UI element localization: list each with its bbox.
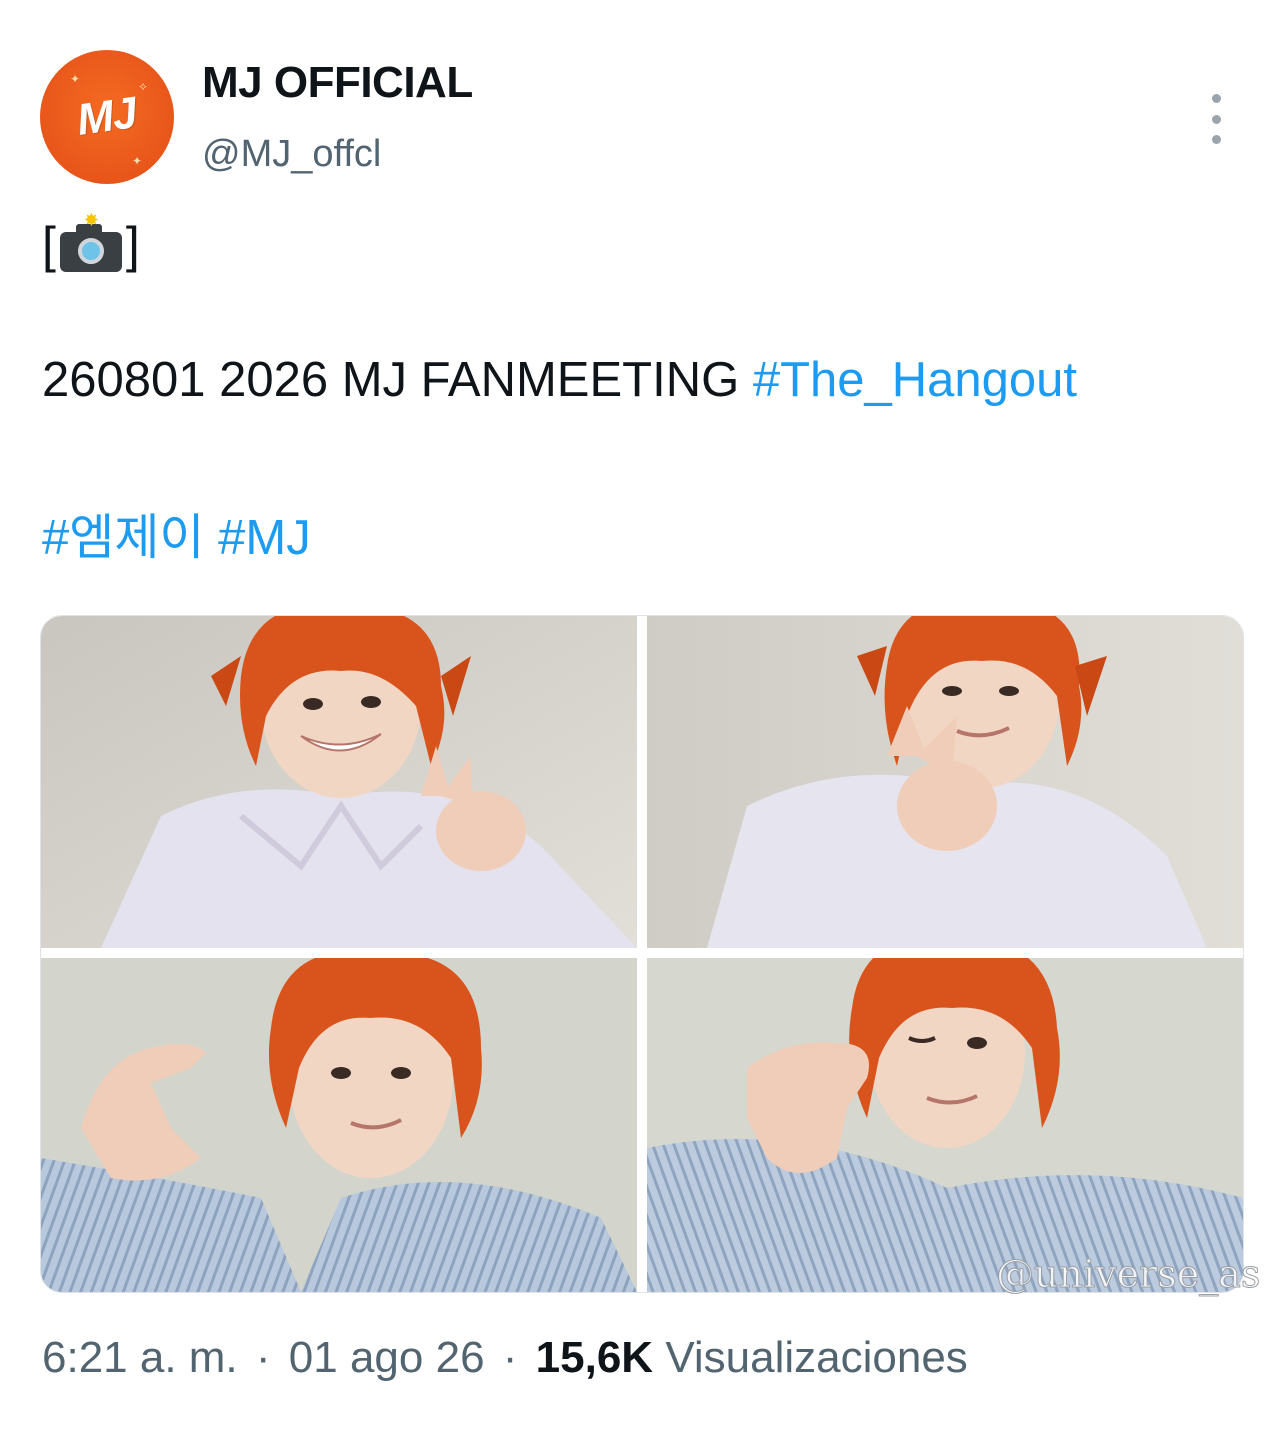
sparkle-icon: ✦ bbox=[70, 72, 81, 86]
hashtag-line: #엠제이 #MJ bbox=[42, 498, 311, 569]
views-label[interactable]: Visualizaciones bbox=[665, 1333, 967, 1382]
avatar[interactable]: ✦ ✧ ✦ MJ bbox=[40, 50, 174, 184]
watermark: @universe_as bbox=[995, 1252, 1261, 1297]
bracket-close: ] bbox=[125, 217, 140, 273]
sparkle-icon: ✦ bbox=[132, 154, 143, 168]
tweet-card: ✦ ✧ ✦ MJ MJ OFFICIAL @MJ_offcl [ ✸ ] 260… bbox=[0, 0, 1284, 1432]
hashtag-link[interactable]: #The_Hangout bbox=[753, 353, 1077, 407]
tweet-time[interactable]: 6:21 a. m. bbox=[42, 1333, 238, 1382]
user-handle[interactable]: @MJ_offcl bbox=[202, 133, 381, 176]
hashtag-link[interactable]: #엠제이 bbox=[42, 511, 205, 565]
photo-4[interactable] bbox=[647, 958, 1243, 1292]
display-name[interactable]: MJ OFFICIAL bbox=[202, 58, 473, 108]
avatar-logo-text: MJ bbox=[74, 88, 140, 145]
tweet-date[interactable]: 01 ago 26 bbox=[289, 1333, 485, 1382]
photo-1[interactable] bbox=[41, 616, 637, 948]
sparkle-icon: ✧ bbox=[138, 80, 149, 94]
bracket-open: [ bbox=[42, 217, 56, 273]
photo-3[interactable] bbox=[41, 958, 637, 1292]
separator: · bbox=[255, 1333, 271, 1382]
views-count[interactable]: 15,6K bbox=[536, 1333, 653, 1382]
hashtag-link[interactable]: #MJ bbox=[218, 511, 311, 565]
photo-2[interactable] bbox=[647, 616, 1243, 948]
media-grid bbox=[40, 615, 1244, 1293]
tweet-text: 260801 2026 MJ FANMEETING bbox=[42, 353, 753, 407]
camera-emoji-line: [ ✸ ] bbox=[42, 210, 140, 274]
tweet-text-line: 260801 2026 MJ FANMEETING #The_Hangout bbox=[42, 352, 1077, 408]
more-options-icon[interactable] bbox=[1196, 94, 1236, 144]
tweet-meta: 6:21 a. m. · 01 ago 26 · 15,6K Visualiza… bbox=[42, 1333, 968, 1383]
camera-with-flash-icon: ✸ bbox=[58, 210, 124, 272]
separator: · bbox=[502, 1333, 518, 1382]
